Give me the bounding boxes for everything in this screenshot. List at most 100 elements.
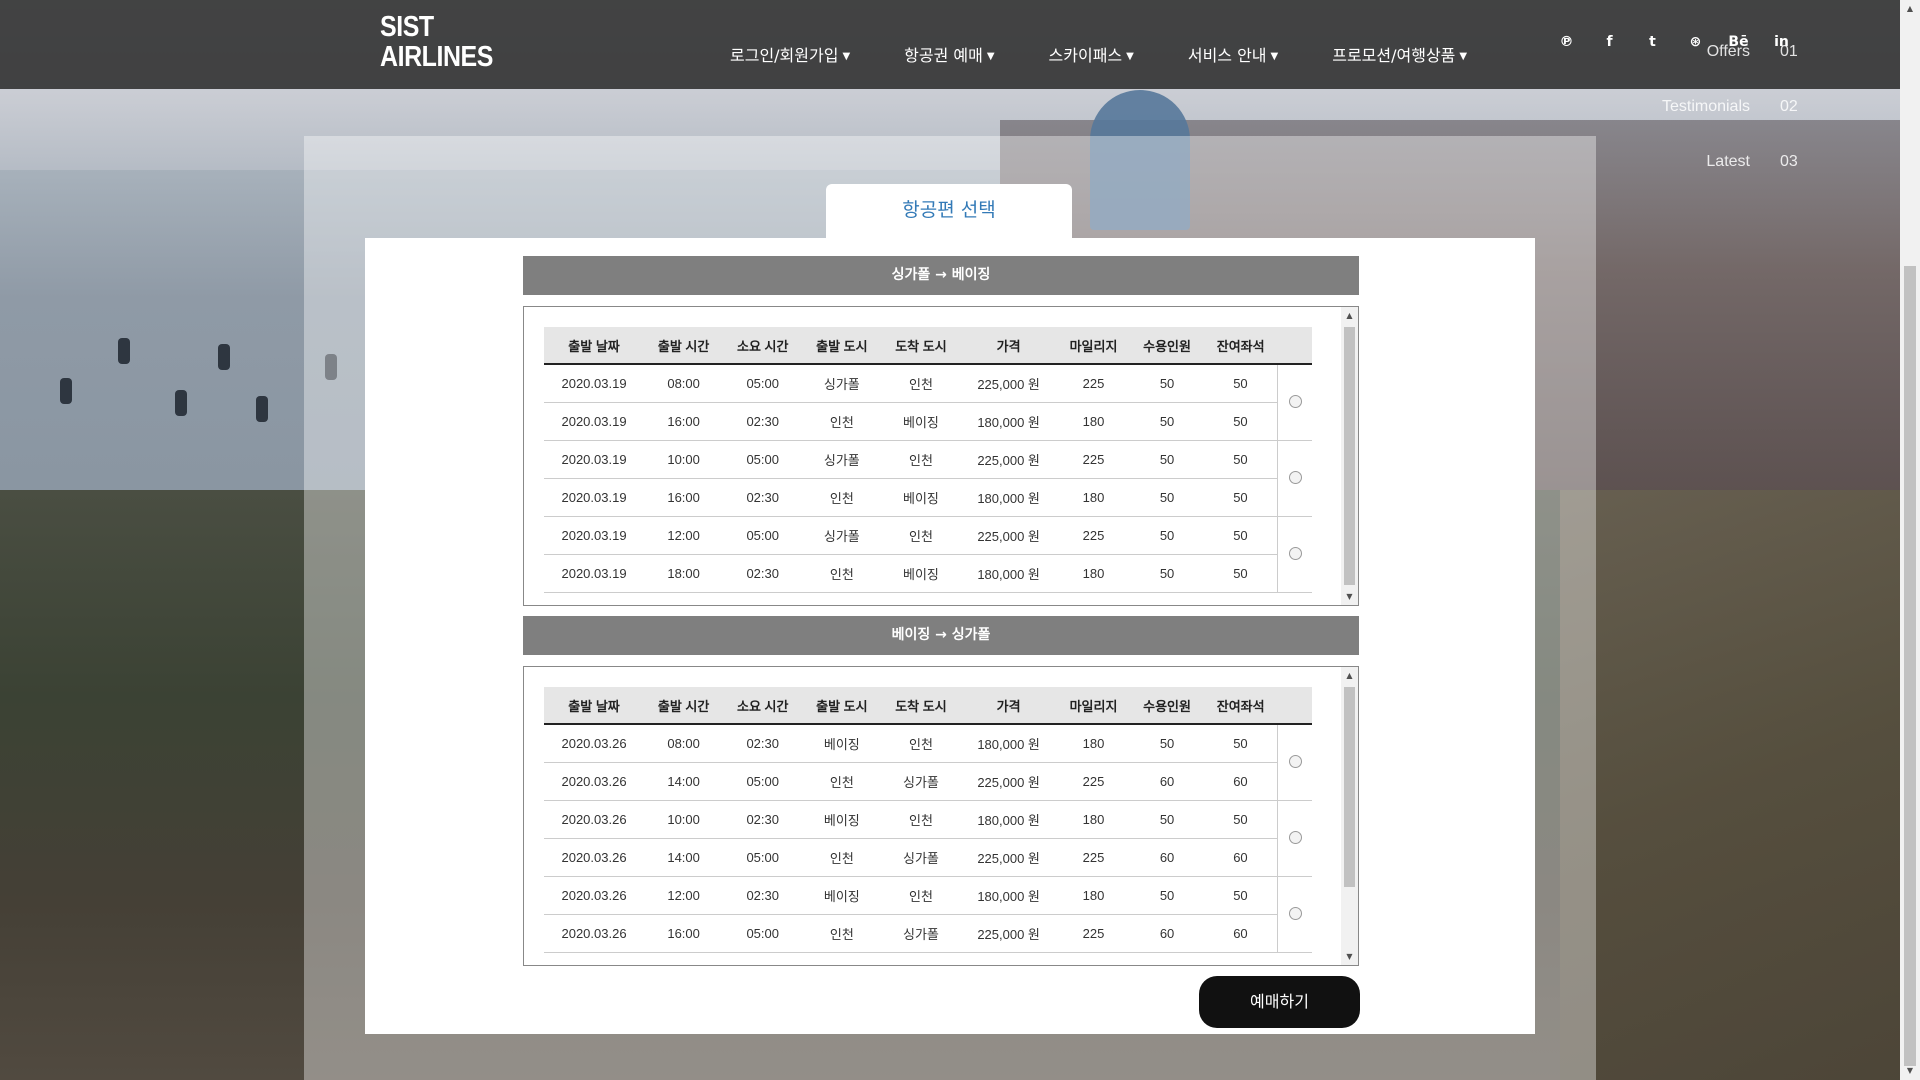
- facebook-icon[interactable]: f: [1588, 34, 1631, 50]
- flight-cell: 2020.03.26: [544, 762, 645, 801]
- scrollbar-thumb[interactable]: [1904, 266, 1916, 1066]
- flight-cell: 225: [1056, 516, 1131, 555]
- flight-cell: 225,000 원: [960, 364, 1057, 403]
- column-header: 출발 도시: [802, 327, 882, 365]
- scroll-up-icon[interactable]: ▲: [1900, 0, 1920, 18]
- flight-cell: 50: [1130, 478, 1204, 517]
- nav-service-info[interactable]: 서비스 안내 ▼: [1188, 42, 1278, 66]
- flight-cell: 인천: [802, 838, 882, 877]
- flight-cell: 18:00: [644, 554, 724, 593]
- side-menu-label: Testimonials: [1661, 97, 1750, 115]
- flight-cell: 14:00: [644, 838, 724, 877]
- flight-cell: 225: [1056, 762, 1131, 801]
- flight-select-radio[interactable]: [1288, 470, 1302, 484]
- column-header: 가격: [960, 687, 1057, 725]
- column-header: 도착 도시: [881, 327, 961, 365]
- background-post: [218, 344, 230, 370]
- side-menu-latest[interactable]: Latest 03: [1662, 134, 1800, 189]
- flight-cell: 50: [1203, 554, 1278, 593]
- flight-cell: 180,000 원: [960, 402, 1057, 441]
- flight-row: 2020.03.26 14:00 05:00 인천 싱가폴 225,000 원 225 60 6…: [544, 838, 1312, 877]
- scrollbar-thumb[interactable]: [1344, 687, 1355, 887]
- outbound-route-title: 싱가폴 → 베이징: [523, 256, 1359, 295]
- main-nav: 로그인/회원가입 ▼ 항공권 예매 ▼ 스카이패스 ▼ 서비스 안내 ▼ 프로모션/여행…: [730, 42, 1521, 66]
- column-header: 잔여좌석: [1203, 687, 1278, 725]
- scroll-up-icon[interactable]: ▲: [1341, 307, 1358, 324]
- nav-label: 스카이패스: [1048, 46, 1123, 65]
- background-post: [60, 378, 72, 404]
- flight-cell: 225: [1056, 838, 1131, 877]
- pinterest-icon[interactable]: ℗: [1545, 34, 1588, 50]
- flight-row: 2020.03.26 12:00 02:30 베이징 인천 180,000 원 180 50 5…: [544, 876, 1312, 953]
- side-menu-offers[interactable]: Offers 01: [1662, 24, 1800, 79]
- flight-cell: 180,000 원: [960, 554, 1057, 593]
- flight-select-radio[interactable]: [1288, 546, 1302, 560]
- flight-cell: 2020.03.19: [544, 440, 645, 479]
- flight-cell: 05:00: [723, 762, 803, 801]
- column-header-select: [1277, 327, 1312, 365]
- flight-cell: 2020.03.26: [544, 914, 645, 953]
- flight-cell: 2020.03.19: [544, 478, 645, 517]
- flight-cell: 05:00: [723, 914, 803, 953]
- column-header: 출발 도시: [802, 687, 882, 725]
- flight-cell: 02:30: [723, 402, 803, 441]
- flight-cell: 50: [1130, 876, 1204, 915]
- nav-login-signup[interactable]: 로그인/회원가입 ▼: [730, 42, 850, 66]
- nav-promotions[interactable]: 프로모션/여행상품 ▼: [1332, 42, 1467, 66]
- flight-select-radio[interactable]: [1288, 906, 1302, 920]
- scroll-up-icon[interactable]: ▲: [1341, 667, 1358, 684]
- column-header: 소요 시간: [723, 687, 803, 725]
- flight-cell: 05:00: [723, 364, 803, 403]
- flight-cell: 2020.03.26: [544, 838, 645, 877]
- nav-booking[interactable]: 항공권 예매 ▼: [904, 42, 994, 66]
- flight-cell: 05:00: [723, 440, 803, 479]
- logo-line2: AIRLINES: [380, 41, 493, 73]
- flight-select-radio[interactable]: [1288, 830, 1302, 844]
- scroll-down-icon[interactable]: ▼: [1341, 588, 1358, 605]
- flight-cell: 225,000 원: [960, 838, 1057, 877]
- flight-cell: 180: [1056, 554, 1131, 593]
- flight-cell: 50: [1203, 402, 1278, 441]
- flight-cell: 60: [1130, 838, 1204, 877]
- logo[interactable]: SIST AIRLINES: [380, 12, 493, 72]
- flight-cell: 225: [1056, 364, 1131, 403]
- side-menu-number: 02: [1780, 97, 1798, 115]
- flight-cell: 2020.03.19: [544, 364, 645, 403]
- flight-row: 2020.03.26 16:00 05:00 인천 싱가폴 225,000 원 225 60 6…: [544, 914, 1312, 953]
- side-menu-number: 01: [1780, 42, 1798, 60]
- nav-label: 서비스 안내: [1187, 46, 1267, 65]
- flight-cell: 싱가폴: [802, 364, 882, 403]
- inbound-scrollbar[interactable]: ▲ ▼: [1341, 667, 1358, 965]
- flight-cell: 02:30: [723, 554, 803, 593]
- flight-cell: 2020.03.19: [544, 516, 645, 555]
- flight-select-radio[interactable]: [1288, 754, 1302, 768]
- flight-cell: 50: [1130, 516, 1204, 555]
- flight-cell: 16:00: [644, 478, 724, 517]
- flight-cell: 60: [1203, 762, 1278, 801]
- caret-down-icon: ▼: [986, 51, 995, 62]
- inbound-flight-list[interactable]: 출발 날짜 출발 시간 소요 시간 출발 도시 도착 도시 가격 마일리지 수용인원 잔여좌석 …: [523, 666, 1359, 966]
- column-header: 가격: [960, 327, 1057, 365]
- nav-skypass[interactable]: 스카이패스 ▼: [1049, 42, 1134, 66]
- flight-select-radio[interactable]: [1288, 394, 1302, 408]
- outbound-flight-list[interactable]: 출발 날짜 출발 시간 소요 시간 출발 도시 도착 도시 가격 마일리지 수용인원 잔여좌석 …: [523, 306, 1359, 606]
- outbound-scrollbar[interactable]: ▲ ▼: [1341, 307, 1358, 605]
- caret-down-icon: ▼: [1270, 51, 1279, 62]
- flight-cell: 인천: [881, 876, 961, 915]
- tab-flight-selection[interactable]: 항공편 선택: [826, 184, 1072, 239]
- flight-cell: 225,000 원: [960, 914, 1057, 953]
- scroll-down-icon[interactable]: ▼: [1341, 948, 1358, 965]
- column-header: 출발 날짜: [544, 327, 645, 365]
- page-scrollbar[interactable]: ▲ ▼: [1900, 0, 1920, 1080]
- flight-cell: 16:00: [644, 914, 724, 953]
- caret-down-icon: ▼: [1126, 51, 1134, 62]
- flight-cell: 02:30: [723, 876, 803, 915]
- flight-cell: 14:00: [644, 762, 724, 801]
- scrollbar-thumb[interactable]: [1344, 327, 1355, 585]
- side-menu-testimonials[interactable]: Testimonials 02: [1662, 79, 1800, 134]
- book-button[interactable]: 예매하기: [1199, 976, 1360, 1028]
- scroll-down-icon[interactable]: ▼: [1900, 1062, 1920, 1080]
- outbound-flight-table: 출발 날짜 출발 시간 소요 시간 출발 도시 도착 도시 가격 마일리지 수용인원 잔여좌석 …: [544, 327, 1312, 593]
- flight-cell: 08:00: [644, 724, 724, 763]
- nav-label: 로그인/회원가입: [730, 46, 839, 65]
